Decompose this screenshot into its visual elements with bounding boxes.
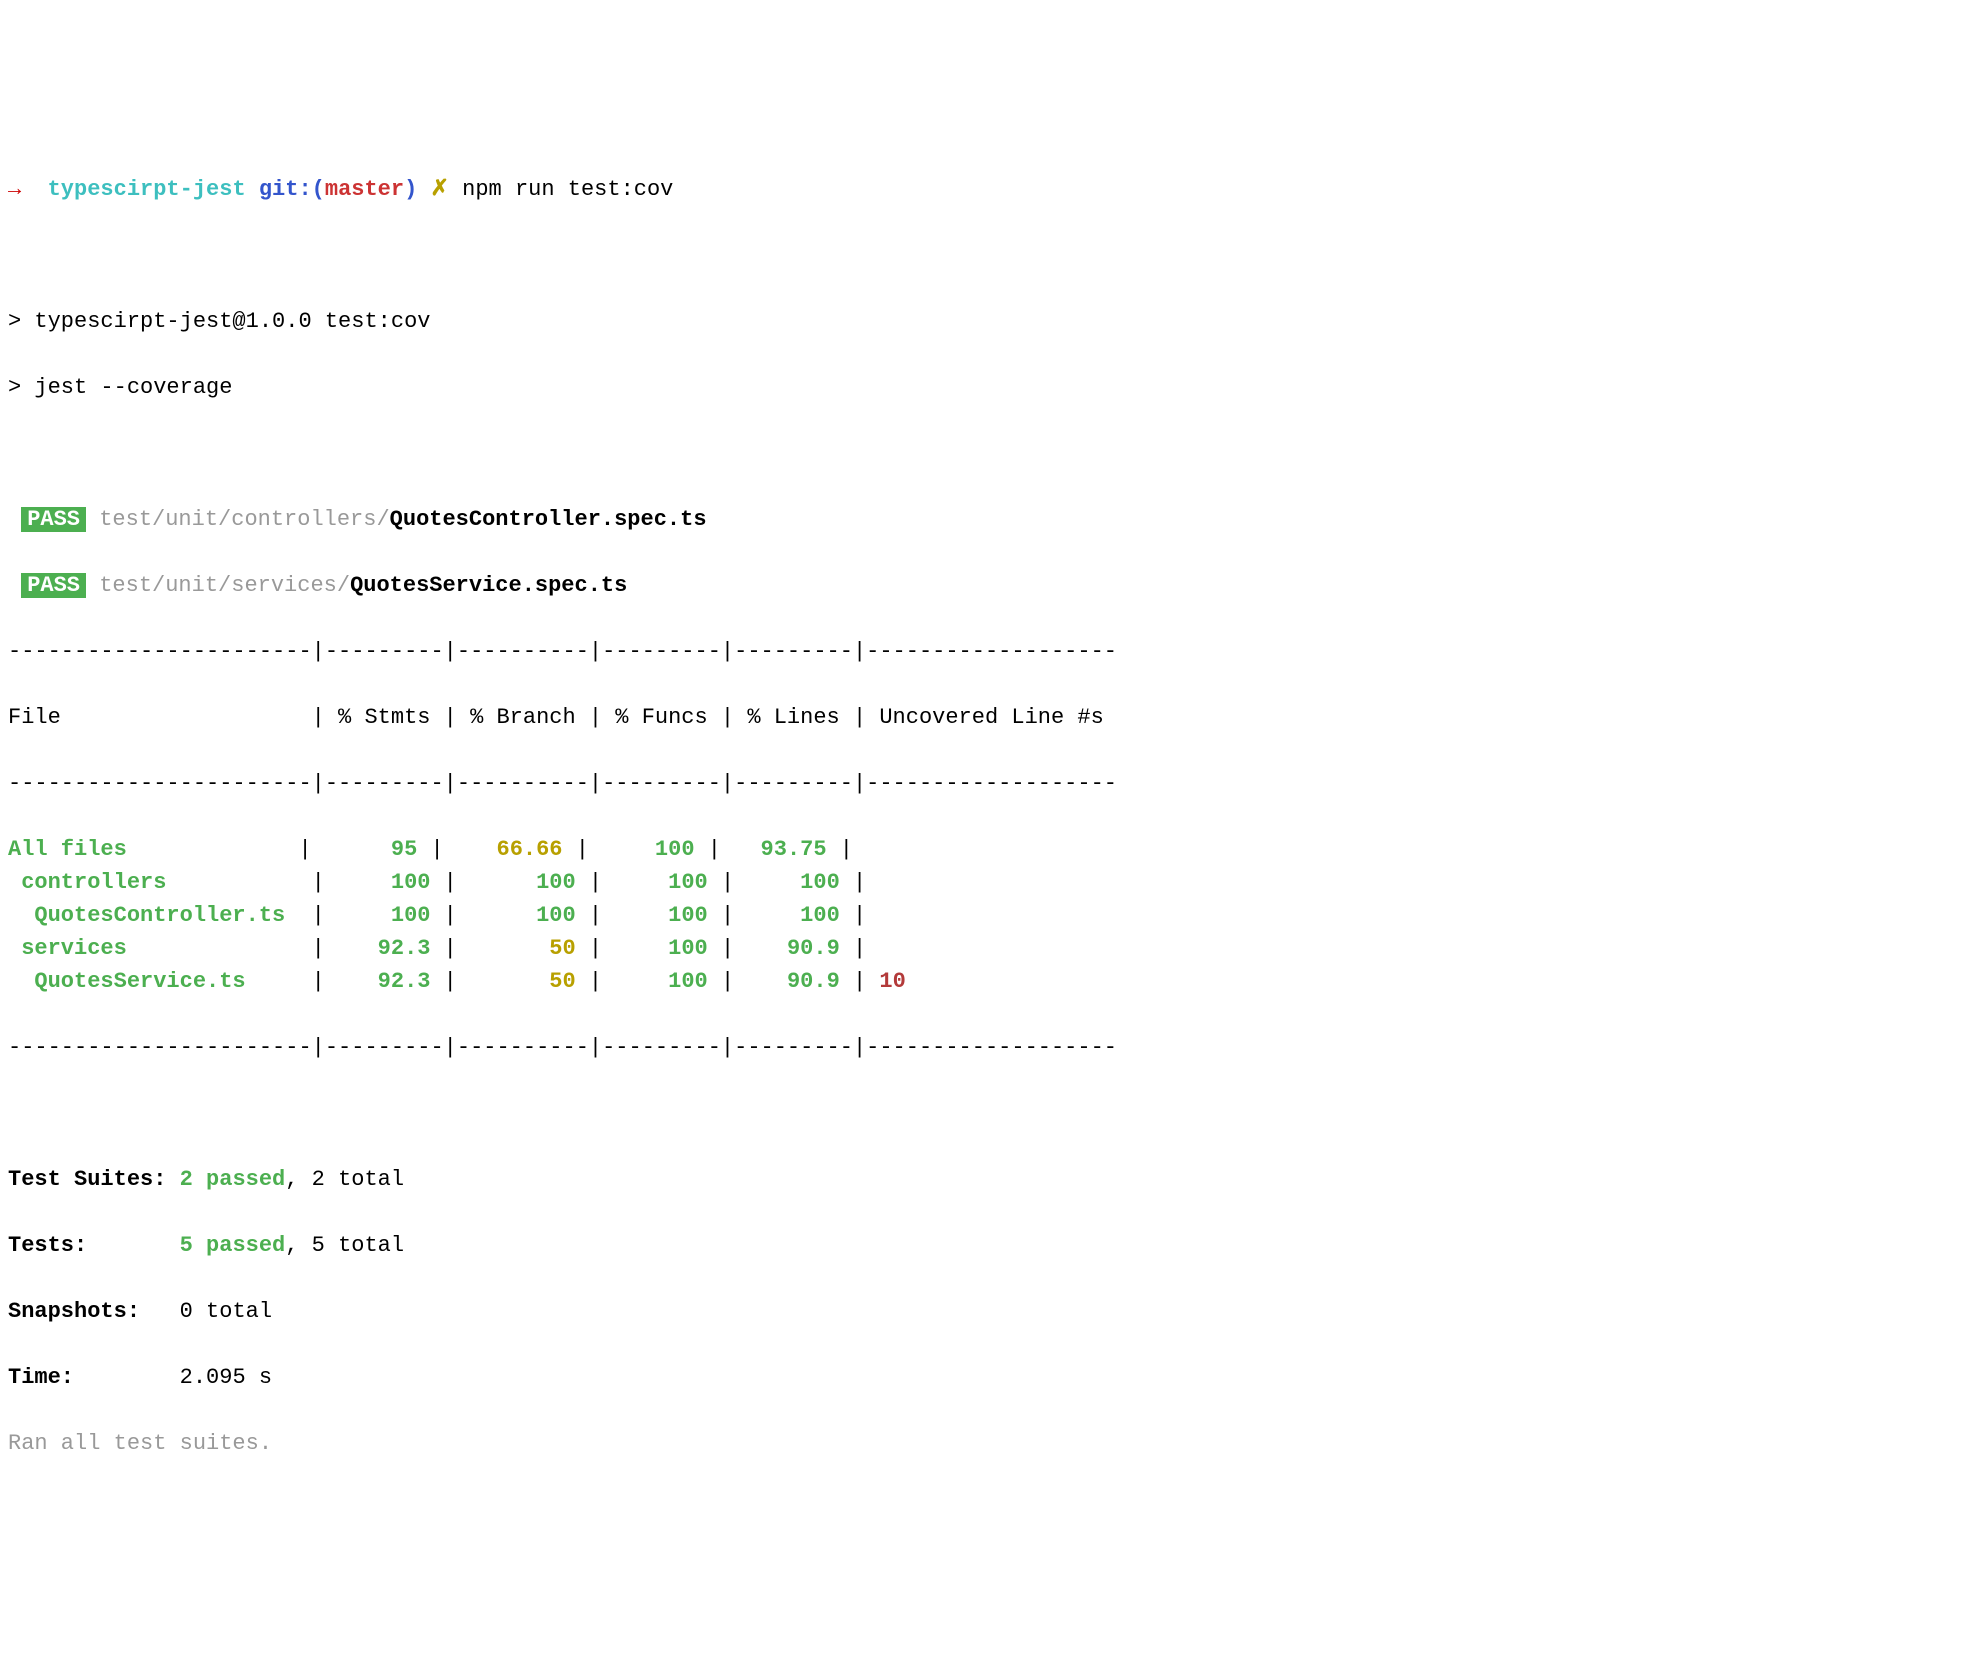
coverage-branch: 50 [470,936,576,961]
coverage-table-separator: -----------------------|---------|------… [8,635,1972,668]
coverage-funcs: 100 [615,969,707,994]
test-file-path-prefix: test/unit/services/ [99,573,350,598]
git-dirty-icon: ✗ [431,177,449,202]
coverage-file-name: All files [8,837,272,862]
coverage-lines: 90.9 [747,969,839,994]
summary-snapshots: Snapshots: 0 total [8,1295,1972,1328]
coverage-funcs: 100 [602,837,694,862]
coverage-table-row: services | 92.3 | 50 | 100 | 90.9 | [8,932,1972,965]
summary-passed: 2 passed [180,1167,286,1192]
terminal-output: → typescirpt-jest git:(master) ✗ npm run… [8,140,1972,1493]
coverage-funcs: 100 [615,936,707,961]
test-file-path-prefix: test/unit/controllers/ [99,507,389,532]
coverage-uncovered [866,837,1104,862]
summary-rest: 0 total [180,1299,272,1324]
summary-tests: Tests: 5 passed, 5 total [8,1229,1972,1262]
git-close: ) [404,177,417,202]
blank-line [8,239,1972,272]
coverage-funcs: 100 [615,903,707,928]
summary-label: Tests: [8,1233,180,1258]
coverage-branch: 100 [470,903,576,928]
coverage-stmts: 100 [338,870,430,895]
coverage-funcs: 100 [615,870,707,895]
coverage-file-name: QuotesController.ts [8,903,285,928]
coverage-table-row: controllers | 100 | 100 | 100 | 100 | [8,866,1972,899]
npm-output-line1: > typescirpt-jest@1.0.0 test:cov [8,305,1972,338]
coverage-table-separator: -----------------------|---------|------… [8,767,1972,800]
blank-line [8,437,1972,470]
coverage-lines: 93.75 [734,837,826,862]
git-label: git:( [259,177,325,202]
prompt-arrow-icon: → [8,177,21,202]
summary-label: Snapshots: [8,1299,180,1324]
coverage-table-separator: -----------------------|---------|------… [8,1031,1972,1064]
shell-prompt-line[interactable]: → typescirpt-jest git:(master) ✗ npm run… [8,173,1972,206]
coverage-uncovered: 10 [879,969,1117,994]
coverage-table-header: File | % Stmts | % Branch | % Funcs | % … [8,701,1972,734]
coverage-table-row: QuotesController.ts | 100 | 100 | 100 | … [8,899,1972,932]
coverage-table-row: QuotesService.ts | 92.3 | 50 | 100 | 90.… [8,965,1972,998]
summary-passed: 5 passed [180,1233,286,1258]
blank-line [8,1097,1972,1130]
coverage-stmts: 92.3 [338,969,430,994]
coverage-stmts: 92.3 [338,936,430,961]
test-file-name: QuotesController.spec.ts [390,507,707,532]
summary-time: Time: 2.095 s [8,1361,1972,1394]
summary-rest: , 2 total [285,1167,404,1192]
test-file-result: PASS test/unit/services/QuotesService.sp… [8,569,1972,602]
summary-ran: Ran all test suites. [8,1427,1972,1460]
pass-badge: PASS [21,573,86,598]
summary-label: Test Suites: [8,1167,180,1192]
coverage-uncovered [879,903,1117,928]
coverage-uncovered [879,870,1117,895]
summary-label: Time: [8,1365,180,1390]
pass-badge: PASS [21,507,86,532]
coverage-stmts: 100 [338,903,430,928]
summary-test-suites: Test Suites: 2 passed, 2 total [8,1163,1972,1196]
git-branch: master [325,177,404,202]
npm-output-line2: > jest --coverage [8,371,1972,404]
coverage-table-body: All files | 95 | 66.66 | 100 | 93.75 | c… [8,833,1972,998]
coverage-table-row: All files | 95 | 66.66 | 100 | 93.75 | [8,833,1972,866]
coverage-lines: 100 [747,870,839,895]
prompt-directory: typescirpt-jest [48,177,246,202]
coverage-branch: 100 [470,870,576,895]
coverage-file-name: QuotesService.ts [8,969,285,994]
summary-rest: , 5 total [285,1233,404,1258]
coverage-file-name: services [8,936,285,961]
command-text: npm run test:cov [462,177,673,202]
coverage-branch: 66.66 [457,837,563,862]
coverage-file-name: controllers [8,870,285,895]
test-file-result: PASS test/unit/controllers/QuotesControl… [8,503,1972,536]
test-file-name: QuotesService.spec.ts [350,573,627,598]
coverage-stmts: 95 [325,837,417,862]
coverage-uncovered [879,936,1117,961]
summary-rest: 2.095 s [180,1365,272,1390]
coverage-lines: 100 [747,903,839,928]
coverage-branch: 50 [470,969,576,994]
coverage-lines: 90.9 [747,936,839,961]
